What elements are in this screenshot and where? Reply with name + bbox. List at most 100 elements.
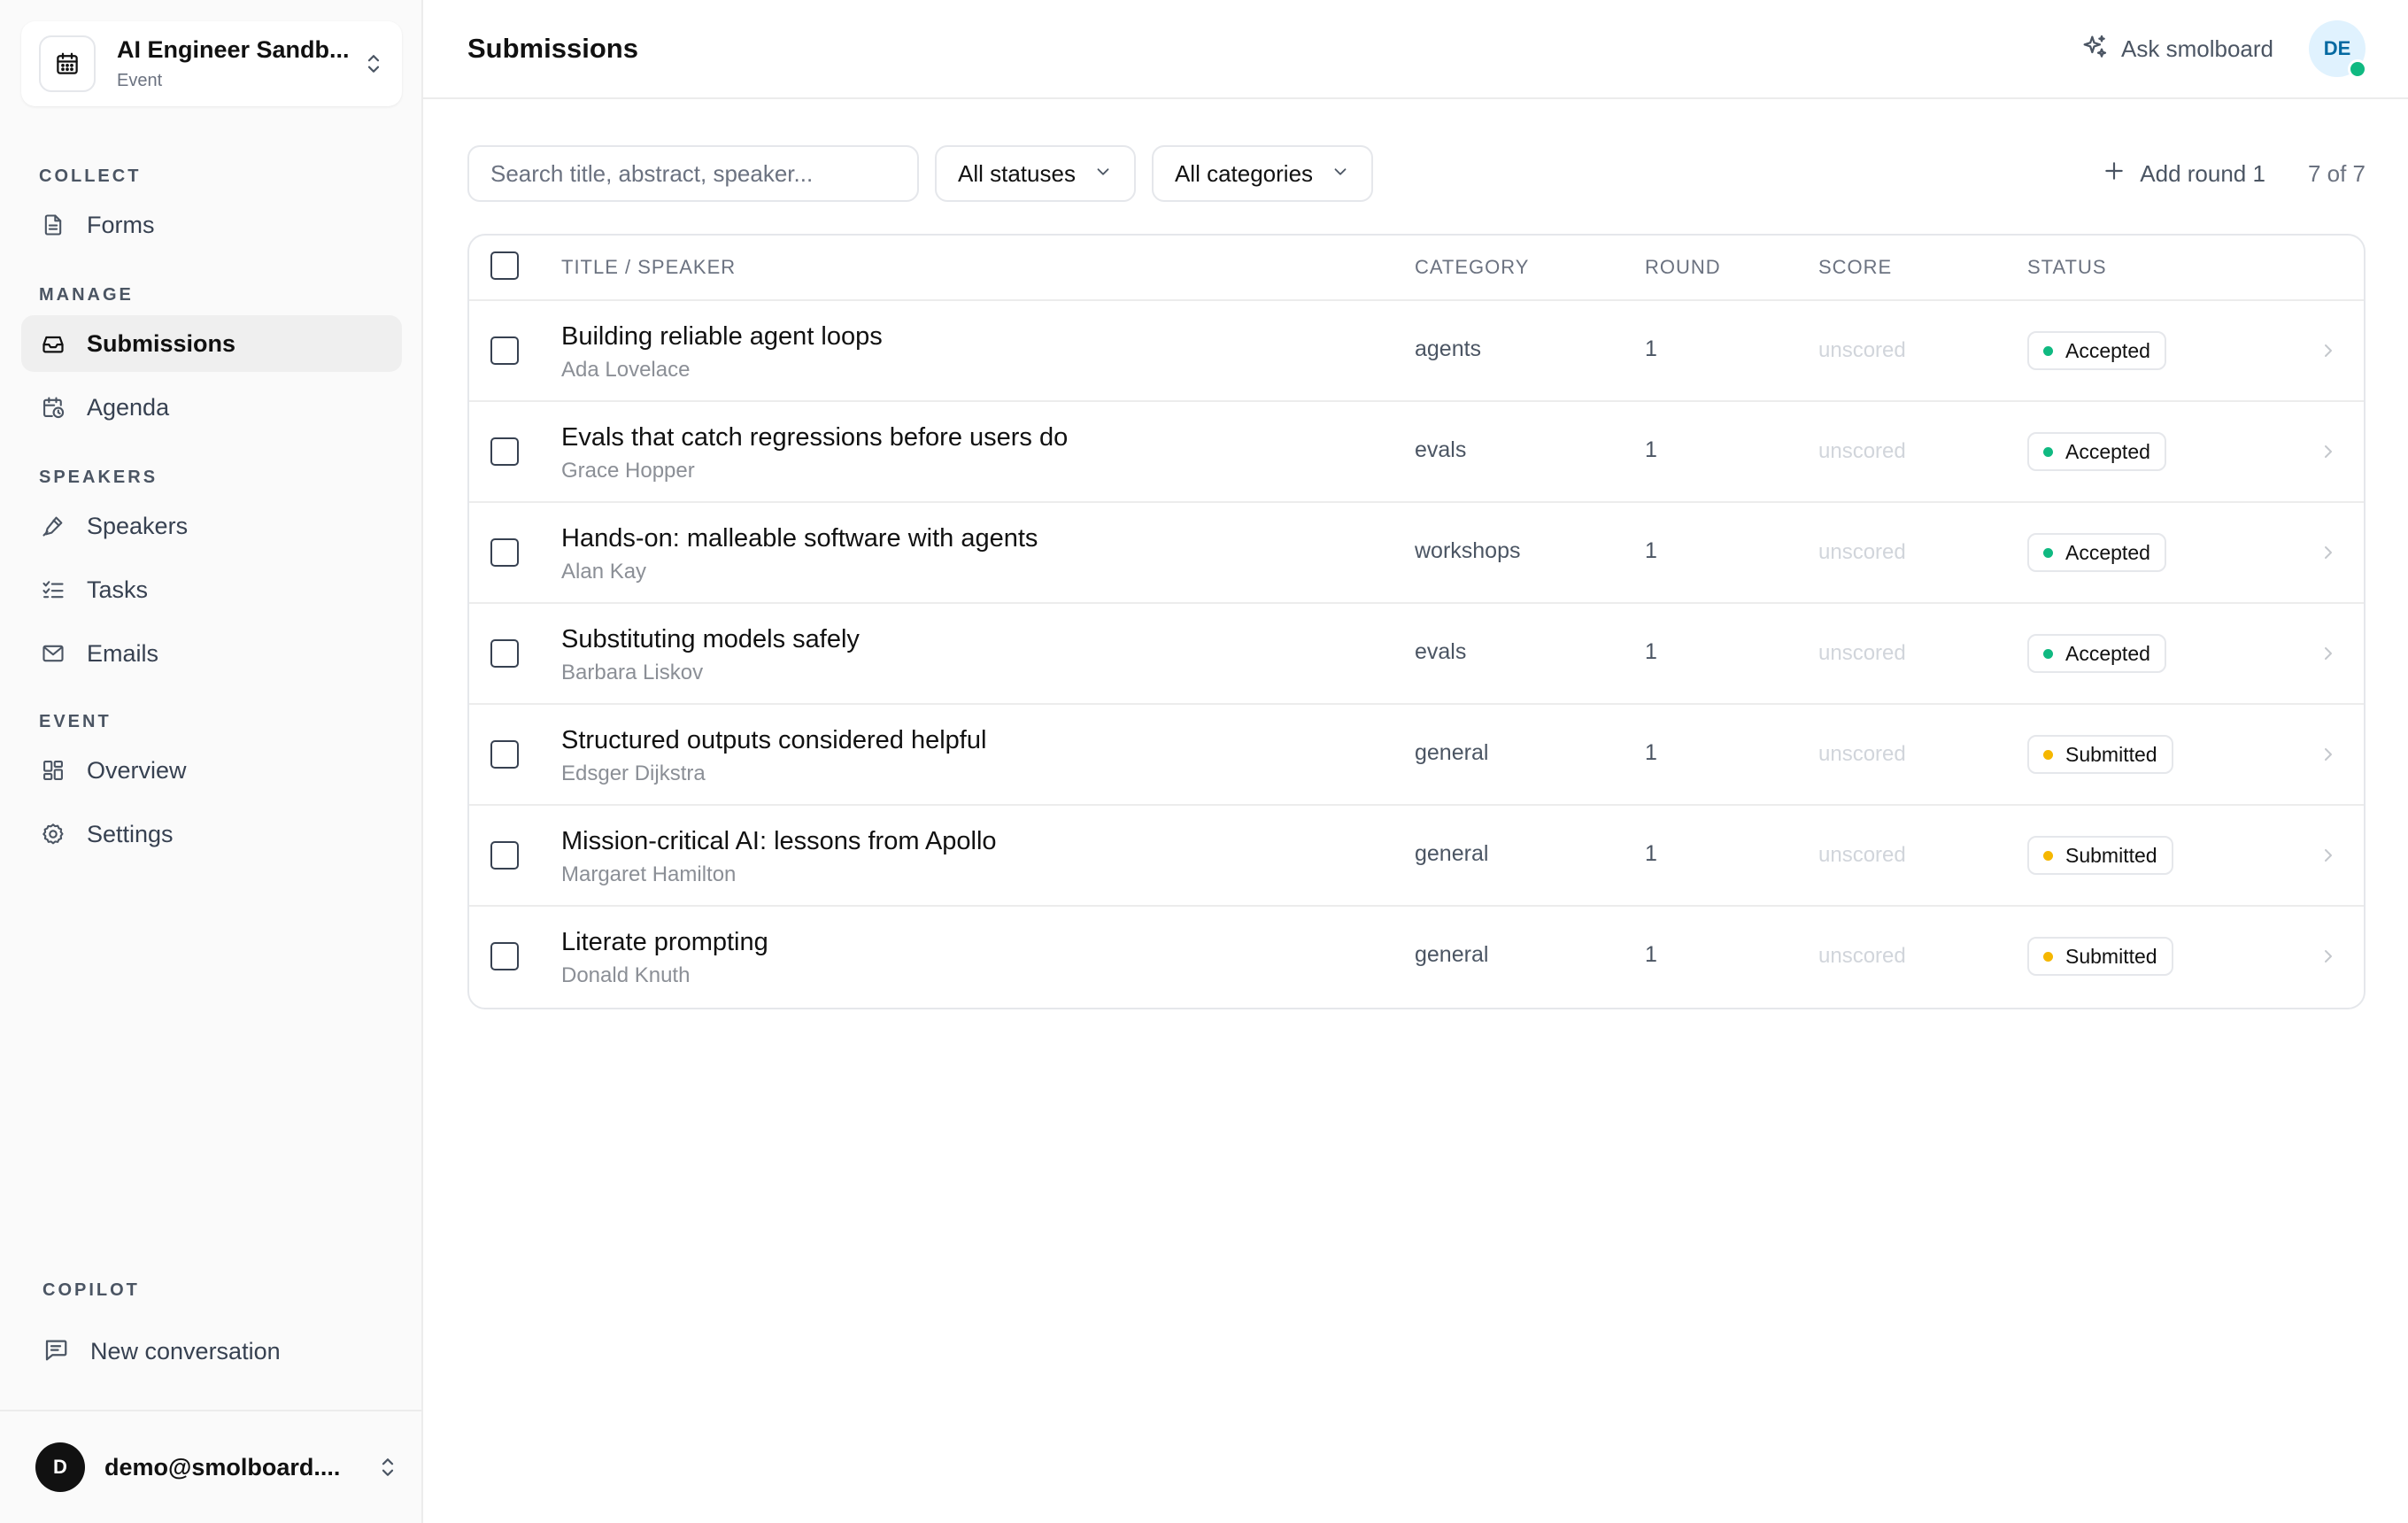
category-filter-select[interactable]: All categories [1151,145,1374,202]
status-dot [2043,345,2053,356]
sidebar-item-speakers[interactable]: Speakers [21,498,402,554]
score-cell: unscored [1818,338,1906,362]
chevron-right-icon [2318,338,2339,367]
table-row[interactable]: Mission-critical AI: lessons from Apollo… [469,806,2364,907]
row-checkbox[interactable] [490,841,519,870]
table-row[interactable]: Evals that catch regressions before user… [469,402,2364,503]
submission-title: Building reliable agent loops [561,322,883,351]
file-text-icon [39,211,67,239]
page-title: Submissions [467,33,638,64]
online-status-dot [2348,59,2367,79]
category-cell: general [1415,740,1489,765]
status-badge: Accepted [2027,533,2166,572]
round-cell: 1 [1645,437,1657,462]
row-checkbox[interactable] [490,942,519,970]
round-cell: 1 [1645,841,1657,866]
section-label-copilot: COPILOT [42,1280,140,1300]
result-count: 7 of 7 [2307,159,2366,187]
status-label: Accepted [2065,641,2150,665]
select-all-checkbox[interactable] [490,251,519,280]
status-dot [2043,547,2053,558]
table-row[interactable]: Hands-on: malleable software with agents… [469,503,2364,604]
row-checkbox[interactable] [490,538,519,567]
avatar-initials: DE [2323,37,2351,59]
sidebar-item-label: Agenda [87,393,170,421]
score-cell: unscored [1818,742,1906,766]
workspace-title: AI Engineer Sandb... [117,36,350,63]
plus-icon [2103,159,2126,189]
list-checks-icon [39,576,67,604]
sidebar: AI Engineer Sandb... Event COLLECT Forms… [0,0,423,1523]
sidebar-item-submissions[interactable]: Submissions [21,315,402,372]
sidebar-item-emails[interactable]: Emails [21,625,402,682]
workspace-switcher[interactable]: AI Engineer Sandb... Event [21,21,402,106]
chevron-right-icon [2318,439,2339,468]
column-header-title[interactable]: TITLE / SPEAKER [561,256,736,279]
mail-icon [39,639,67,668]
score-cell: unscored [1818,540,1906,564]
submission-title: Substituting models safely [561,625,860,653]
new-conversation-button[interactable]: New conversation [25,1323,402,1380]
sidebar-item-label: Tasks [87,576,149,603]
table-header: TITLE / SPEAKER CATEGORY ROUND SCORE STA… [469,236,2364,301]
row-checkbox[interactable] [490,437,519,466]
category-cell: evals [1415,639,1467,664]
category-cell: general [1415,841,1489,866]
workspace-text: AI Engineer Sandb... Event [117,36,361,91]
calendar-icon [39,35,96,92]
account-avatar[interactable]: DE [2309,20,2367,79]
table-row[interactable]: Literate prompting Donald Knuth general … [469,907,2364,1008]
row-checkbox[interactable] [490,740,519,769]
section-label-event: EVENT [39,712,112,731]
column-header-status[interactable]: STATUS [2027,256,2107,279]
main-content: Submissions Ask smolboard DE Search titl… [423,0,2408,1523]
section-label-manage: MANAGE [39,285,134,305]
status-label: Submitted [2065,944,2157,968]
row-checkbox[interactable] [490,639,519,668]
table-row[interactable]: Structured outputs considered helpful Ed… [469,705,2364,806]
score-cell: unscored [1818,944,1906,968]
submission-title: Hands-on: malleable software with agents [561,524,1038,553]
status-badge: Accepted [2027,331,2166,370]
table-row[interactable]: Substituting models safely Barbara Lisko… [469,604,2364,705]
ask-smolboard-button[interactable]: Ask smolboard [2080,33,2273,66]
column-header-category[interactable]: CATEGORY [1415,256,1529,279]
table-body: Building reliable agent loops Ada Lovela… [469,301,2364,1008]
row-checkbox[interactable] [490,336,519,365]
sidebar-item-overview[interactable]: Overview [21,742,402,799]
search-input[interactable] [467,145,919,202]
speaker-name: Grace Hopper [561,459,695,483]
workspace-subtitle: Event [117,71,163,90]
sidebar-item-tasks[interactable]: Tasks [21,561,402,618]
status-dot [2043,446,2053,457]
status-filter-select[interactable]: All statuses [935,145,1136,202]
column-header-round[interactable]: ROUND [1645,256,1721,279]
status-badge: Submitted [2027,937,2173,976]
filter-bar: All statuses All categories Add round 1 [467,145,2366,202]
user-menu[interactable]: D demo@smolboard.... [0,1410,421,1523]
chevron-right-icon [2318,540,2339,569]
top-bar: Submissions Ask smolboard DE [423,0,2408,99]
speaker-name: Edsger Dijkstra [561,762,706,785]
category-cell: general [1415,942,1489,967]
user-avatar: D [35,1442,85,1492]
submission-title: Literate prompting [561,928,768,956]
column-header-score[interactable]: SCORE [1818,256,1892,279]
submission-title: Structured outputs considered helpful [561,726,987,754]
sidebar-item-label: Overview [87,756,187,784]
sidebar-item-agenda[interactable]: Agenda [21,379,402,436]
score-cell: unscored [1818,641,1906,665]
sidebar-item-label: Submissions [87,329,236,357]
status-badge: Submitted [2027,735,2173,774]
table-row[interactable]: Building reliable agent loops Ada Lovela… [469,301,2364,402]
sparkles-icon [2080,33,2109,66]
section-label-speakers: SPEAKERS [39,468,158,487]
ask-smolboard-label: Ask smolboard [2121,35,2273,62]
sidebar-item-settings[interactable]: Settings [21,806,402,862]
status-dot [2043,648,2053,659]
status-label: Submitted [2065,843,2157,867]
add-round-button[interactable]: Add round 1 [2103,159,2265,189]
pen-icon [39,512,67,540]
sidebar-item-forms[interactable]: Forms [21,197,402,253]
status-label: Accepted [2065,338,2150,362]
